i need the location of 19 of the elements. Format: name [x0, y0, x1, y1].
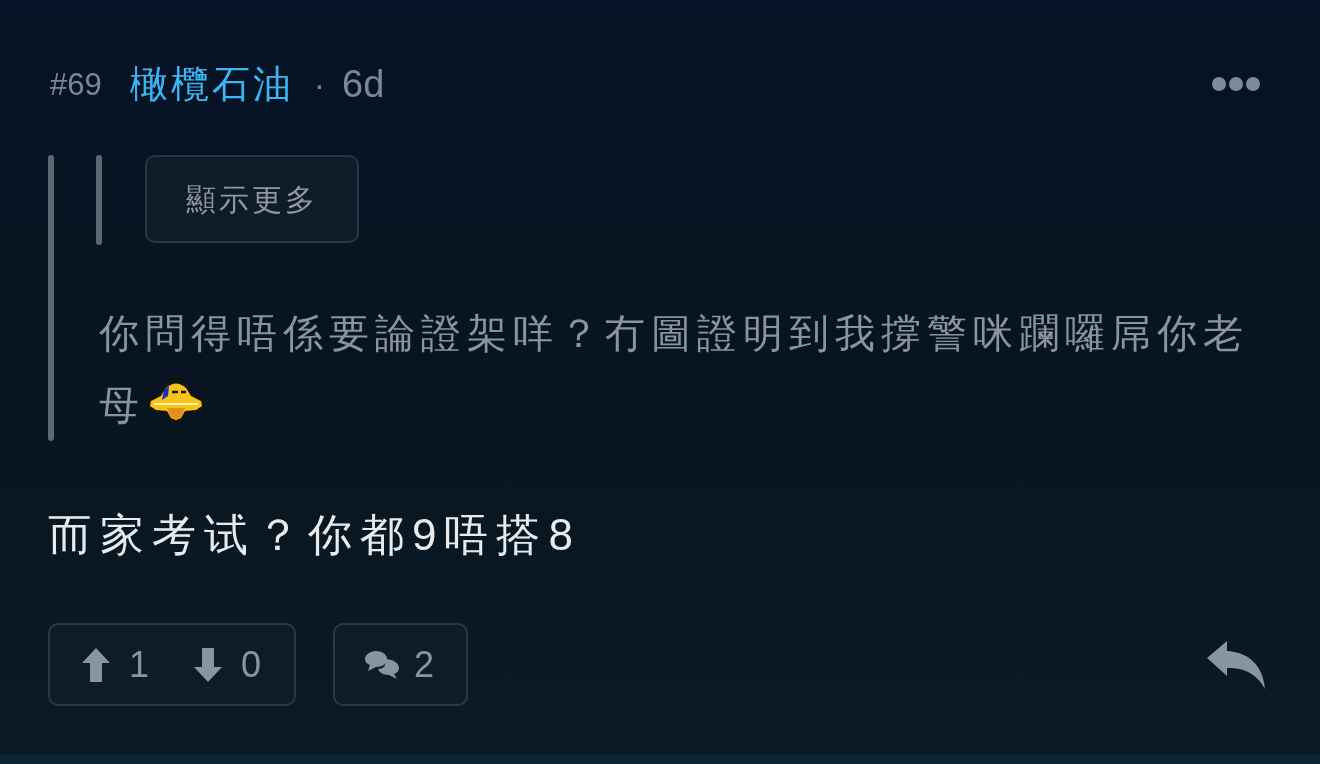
more-button[interactable]: [1212, 77, 1260, 91]
comments-button[interactable]: 2: [333, 623, 468, 706]
reply-button[interactable]: [1207, 640, 1265, 689]
reply-arrow-icon: [1207, 640, 1265, 689]
separator-dot: ·: [313, 67, 326, 101]
comment-text: 而家考试？你都9唔搭8: [48, 509, 582, 561]
up-arrow-icon: [82, 647, 110, 682]
show-more-button[interactable]: 顯示更多: [145, 155, 359, 243]
upvote-button[interactable]: 1: [82, 646, 150, 683]
downvote-button[interactable]: 0: [194, 646, 262, 683]
down-arrow-icon: [194, 647, 223, 682]
more-icon: [1212, 77, 1260, 91]
author-name[interactable]: 橄欖石油: [129, 65, 294, 103]
post-number: #69: [50, 68, 102, 100]
quote-text: 你問得唔係要論證架咩？冇圖證明到我撐警咪躝囉屌你老: [99, 310, 1249, 357]
speech-bubbles-icon: [365, 650, 399, 679]
emoji-icon: [147, 378, 205, 423]
quote-text: 母: [99, 382, 145, 429]
post-age: 6d: [342, 65, 385, 103]
